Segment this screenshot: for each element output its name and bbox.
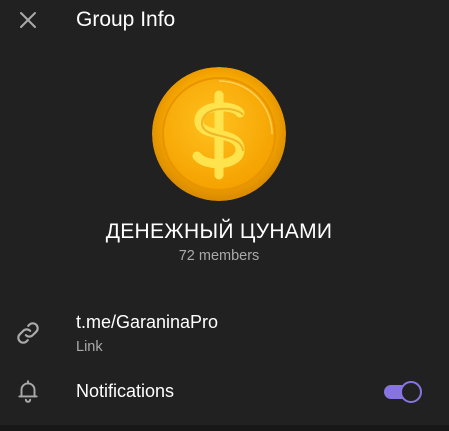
close-icon (20, 12, 36, 28)
notifications-row[interactable]: Notifications (0, 370, 449, 414)
member-count: 72 members (178, 248, 260, 264)
group-link[interactable]: t.me/GaraninaPro (76, 311, 218, 333)
notifications-toggle[interactable] (384, 381, 422, 403)
bottom-divider (0, 425, 449, 431)
close-button[interactable] (8, 0, 48, 40)
link-label: Link (76, 339, 103, 355)
notifications-label: Notifications (76, 381, 175, 401)
bell-icon (14, 377, 42, 405)
header: Group Info (0, 0, 449, 40)
link-row[interactable]: t.me/GaraninaPro Link (0, 305, 449, 361)
group-name: ДЕНЕЖНЫЙ ЦУНАМИ (105, 220, 333, 243)
avatar[interactable] (152, 67, 286, 201)
toggle-knob (400, 381, 422, 403)
dollar-coin-icon (152, 67, 286, 201)
link-icon (14, 319, 42, 347)
group-info-panel: Group Info ДЕНЕЖНЫЙ ЦУНАМИ 72 members t.… (0, 0, 449, 431)
page-title: Group Info (76, 8, 176, 31)
